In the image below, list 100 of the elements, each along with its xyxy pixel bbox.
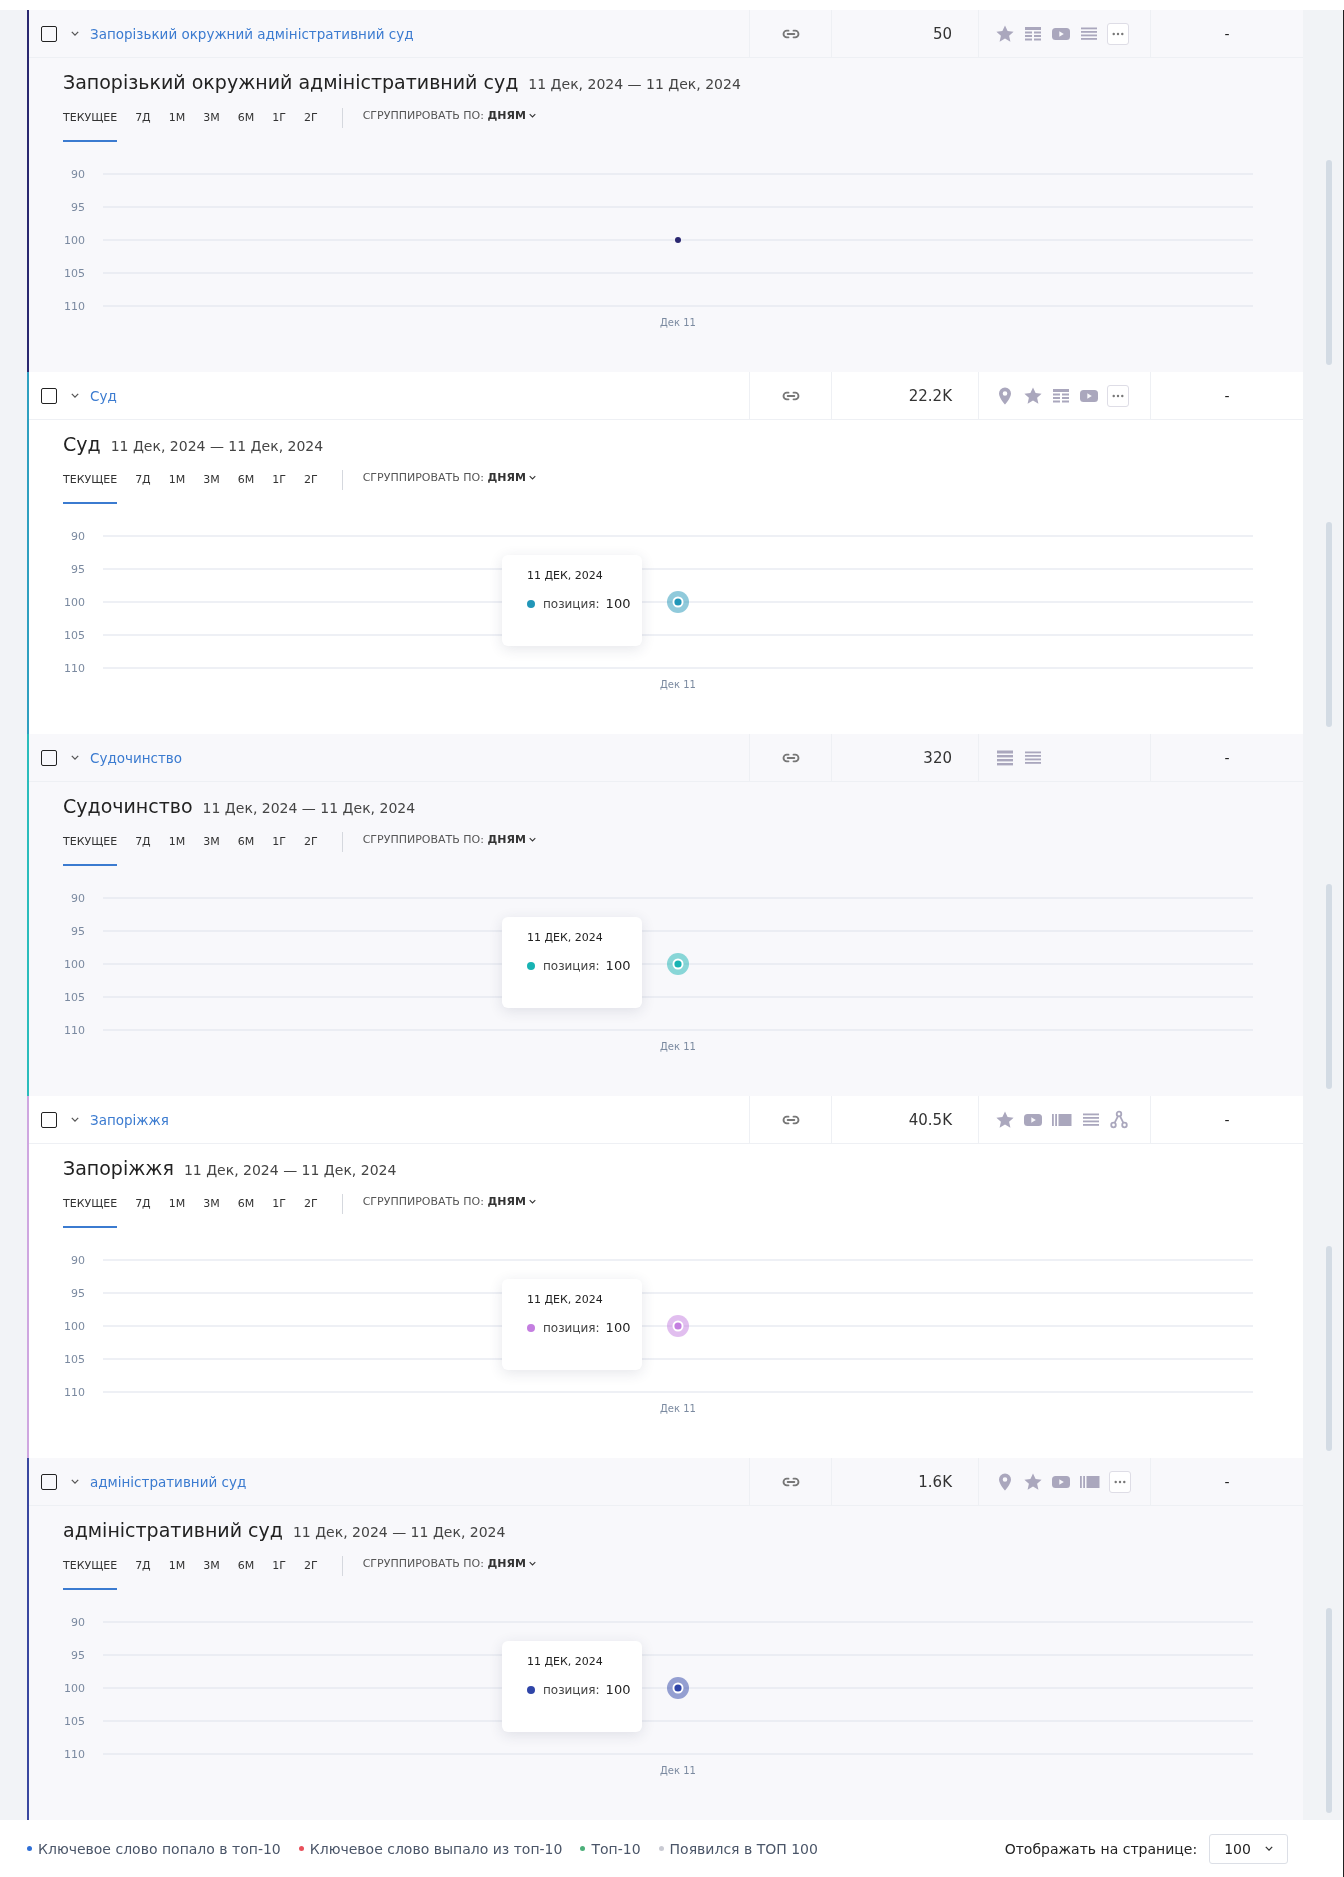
tooltip-value: 100 <box>605 958 631 973</box>
period-tab[interactable]: 1Г <box>272 468 286 504</box>
scrollbar[interactable] <box>1326 884 1332 1089</box>
legend-label: Ключевое слово попало в топ-10 <box>38 1840 281 1857</box>
period-tab[interactable]: 6М <box>237 830 255 866</box>
search-volume: 50 <box>932 24 952 43</box>
axis-label: 100 <box>64 1320 85 1333</box>
period-tab[interactable]: 2Г <box>303 106 318 142</box>
period-tab[interactable]: ТЕКУЩЕЕ <box>63 830 118 866</box>
page-size-label: Отображать на странице: <box>1004 1840 1198 1857</box>
period-tab[interactable]: 1Г <box>272 1192 286 1228</box>
status-text: - <box>1224 25 1230 42</box>
period-tab[interactable]: 3М <box>203 830 220 866</box>
period-tab[interactable]: 6М <box>237 1192 255 1228</box>
more-icon <box>1112 31 1124 36</box>
period-tab[interactable]: 6М <box>237 106 255 142</box>
period-tab[interactable]: 1М <box>168 830 186 866</box>
period-tab[interactable]: 1Г <box>272 830 286 866</box>
period-tab[interactable]: 1Г <box>272 106 286 142</box>
keyword-title: Запоріжжя <box>63 1157 174 1179</box>
tooltip-label: позиция: <box>543 958 600 973</box>
group-by-dropdown[interactable]: СГРУППИРОВАТЬ ПО: ДНЯМ <box>362 830 536 846</box>
checkbox[interactable] <box>41 25 57 42</box>
period-tab[interactable]: ТЕКУЩЕЕ <box>63 1192 118 1228</box>
period-tab[interactable]: 7Д <box>135 1192 151 1228</box>
period-tab[interactable]: 2Г <box>303 830 318 866</box>
axis-label: 110 <box>64 1024 85 1037</box>
period-tab[interactable]: 3М <box>203 1192 220 1228</box>
period-tab[interactable]: 1Г <box>272 1554 286 1590</box>
period-tab[interactable]: 2Г <box>303 1192 318 1228</box>
status-text: - <box>1224 749 1230 766</box>
tooltip-date: 11 ДЕК, 2024 <box>527 931 604 944</box>
keyword-title: адміністративний суд <box>63 1519 283 1541</box>
tooltip-label: позиция: <box>543 596 600 611</box>
axis-label: Дек 11 <box>660 679 696 690</box>
period-tab[interactable]: ТЕКУЩЕЕ <box>63 1554 118 1590</box>
more-button[interactable] <box>1107 22 1129 45</box>
period-tab[interactable]: 1М <box>168 1554 186 1590</box>
axis-label: 110 <box>64 662 85 675</box>
axis-label: Дек 11 <box>660 317 696 328</box>
scrollbar[interactable] <box>1326 1246 1332 1451</box>
scrollbar[interactable] <box>1326 160 1332 365</box>
period-tab[interactable]: 1М <box>168 468 186 504</box>
chevron-icon[interactable] <box>71 31 79 36</box>
legend-label: Ключевое слово выпало из топ-10 <box>309 1840 563 1857</box>
checkbox[interactable] <box>41 749 57 766</box>
period-tab[interactable]: 1М <box>168 106 186 142</box>
group-by-dropdown[interactable]: СГРУППИРОВАТЬ ПО: ДНЯМ <box>362 1192 536 1208</box>
axis-label: 110 <box>64 300 85 313</box>
status-text: - <box>1224 387 1230 404</box>
search-volume: 1.6K <box>918 1472 952 1491</box>
period-tab[interactable]: 6М <box>237 1554 255 1590</box>
page-size-select[interactable]: 100 <box>1209 1833 1288 1864</box>
keyword-link[interactable]: Запорізький окружний адміністративний суд <box>90 25 414 42</box>
search-volume: 320 <box>923 748 952 767</box>
more-button[interactable] <box>1107 384 1129 407</box>
keyword-link[interactable]: Запоріжжя <box>90 1111 169 1128</box>
period-tab[interactable]: 2Г <box>303 468 318 504</box>
axis-label: 90 <box>71 530 85 543</box>
period-tab[interactable]: ТЕКУЩЕЕ <box>63 468 118 504</box>
axis-label: 100 <box>64 1682 85 1695</box>
group-by-dropdown[interactable]: СГРУППИРОВАТЬ ПО: ДНЯМ <box>362 468 536 484</box>
keyword-title: Судочинство <box>63 795 193 817</box>
legend-label: Топ-10 <box>591 1840 641 1857</box>
status-text: - <box>1224 1473 1230 1490</box>
search-volume: 22.2K <box>908 386 952 405</box>
period-tab[interactable]: ТЕКУЩЕЕ <box>63 106 118 142</box>
keyword-link[interactable]: адміністративний суд <box>90 1473 247 1490</box>
caret-icon <box>528 113 536 118</box>
period-tab[interactable]: 7Д <box>135 468 151 504</box>
caret-icon <box>1264 1846 1273 1851</box>
scrollbar[interactable] <box>1326 1608 1332 1813</box>
checkbox[interactable] <box>41 387 57 404</box>
group-by-dropdown[interactable]: СГРУППИРОВАТЬ ПО: ДНЯМ <box>362 1554 536 1570</box>
period-tab[interactable]: 3М <box>203 106 220 142</box>
period-tab[interactable]: 7Д <box>135 830 151 866</box>
chevron-icon[interactable] <box>71 1479 79 1484</box>
series-dot <box>527 1685 535 1694</box>
period-tab[interactable]: 3М <box>203 1554 220 1590</box>
period-tab[interactable]: 1М <box>168 1192 186 1228</box>
group-by-dropdown[interactable]: СГРУППИРОВАТЬ ПО: ДНЯМ <box>362 106 536 122</box>
checkbox[interactable] <box>41 1473 57 1490</box>
period-tab[interactable]: 6М <box>237 468 255 504</box>
period-tab[interactable]: 7Д <box>135 106 151 142</box>
axis-label: 105 <box>64 267 85 280</box>
chevron-icon[interactable] <box>71 755 79 760</box>
period-tab[interactable]: 7Д <box>135 1554 151 1590</box>
period-tab[interactable]: 3М <box>203 468 220 504</box>
axis-label: 105 <box>64 991 85 1004</box>
caret-icon <box>528 1561 536 1566</box>
chevron-icon[interactable] <box>71 1117 79 1122</box>
keyword-link[interactable]: Суд <box>90 387 117 404</box>
scrollbar[interactable] <box>1326 522 1332 727</box>
checkbox[interactable] <box>41 1111 57 1128</box>
status-text: - <box>1224 1111 1230 1128</box>
chevron-icon[interactable] <box>71 393 79 398</box>
period-tab[interactable]: 2Г <box>303 1554 318 1590</box>
series-dot <box>527 961 535 970</box>
keyword-link[interactable]: Судочинство <box>90 749 183 766</box>
more-button[interactable] <box>1109 1470 1131 1493</box>
